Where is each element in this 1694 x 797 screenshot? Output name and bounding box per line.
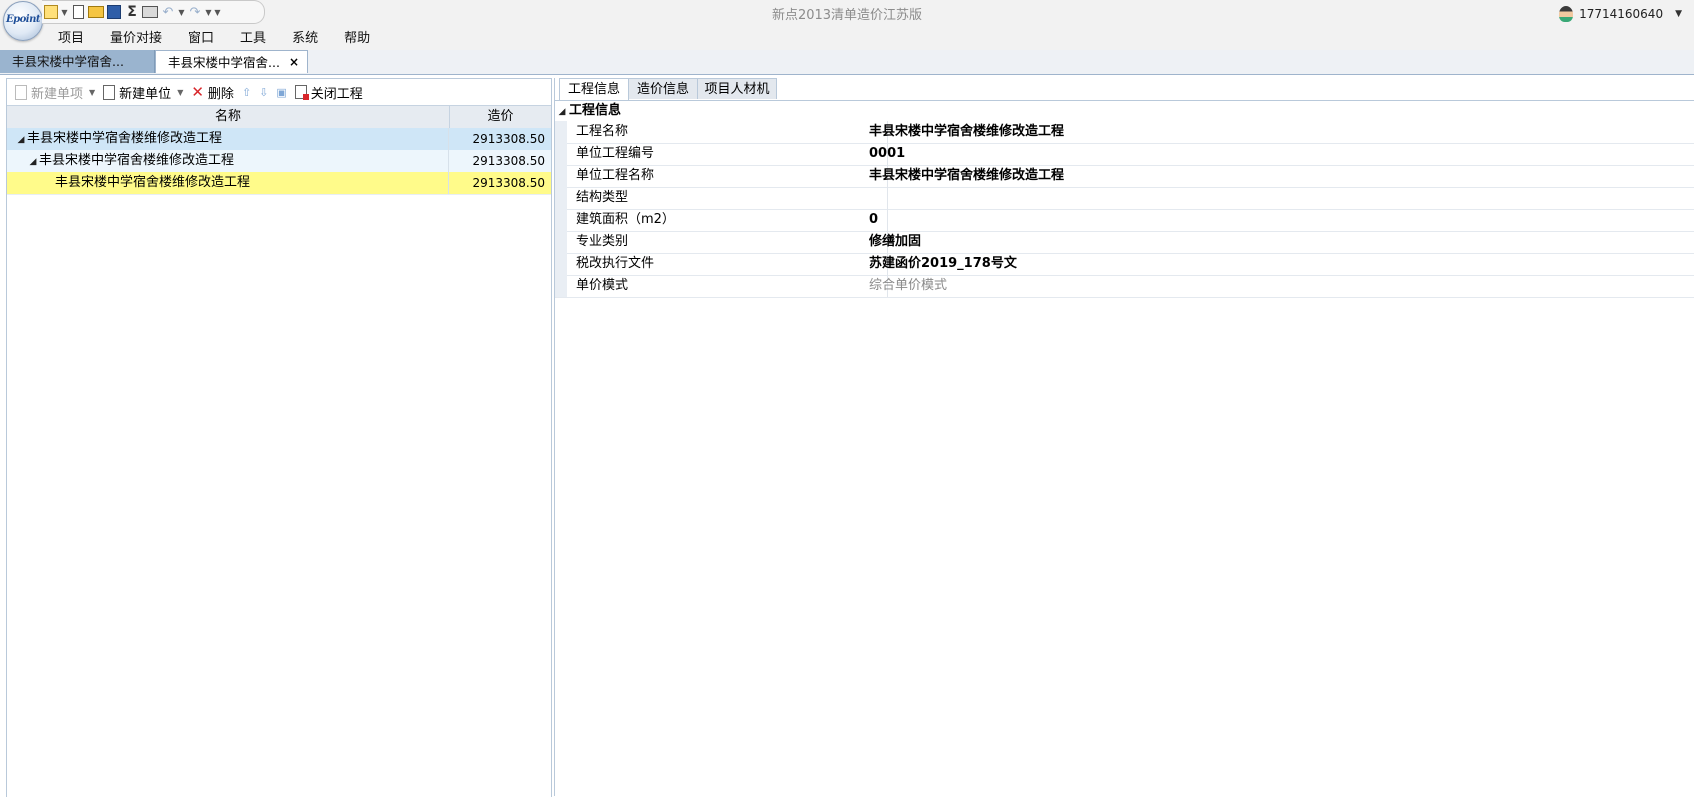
save-icon[interactable] [105,2,123,22]
collapse-triangle-icon[interactable]: ◢ [555,102,569,122]
tree-row[interactable]: 丰县宋楼中学宿舍楼维修改造工程 2913308.50 [7,172,551,195]
property-label: 专业类别 [576,231,888,253]
property-row[interactable]: 单位工程编号 0001 [555,143,1694,166]
property-label: 单位工程编号 [576,143,888,165]
menu-system[interactable]: 系统 [279,30,331,48]
tree-row-name: 丰县宋楼中学宿舍楼维修改造工程 [55,175,251,190]
property-value[interactable]: 综合单价模式 [869,275,947,297]
tree-header: 名称 造价 [7,105,551,129]
section-title: 工程信息 [569,103,622,118]
close-project-label: 关闭工程 [310,86,363,102]
chevron-down-icon[interactable]: ▼ [1675,9,1682,19]
close-project-button[interactable]: 关闭工程 [293,81,365,103]
property-value[interactable]: 0001 [869,143,905,165]
new-item-label: 新建单项 [31,86,84,102]
chevron-down-icon: ▼ [89,87,96,97]
chevron-down-icon: ▼ [177,87,184,97]
tree-row-price: 2913308.50 [472,154,545,168]
collapse-triangle-icon[interactable]: ◢ [15,129,27,151]
property-label: 单位工程名称 [576,165,888,187]
move-up-button[interactable]: ⇧ [240,81,253,103]
tree-row-price: 2913308.50 [472,132,545,146]
document-tabs: 丰县宋楼中学宿舍... 丰县宋楼中学宿舍... × [0,50,1694,75]
new-item-button[interactable]: 新建单项 ▼ [13,81,97,103]
property-value[interactable]: 丰县宋楼中学宿舍楼维修改造工程 [869,165,1064,187]
property-value[interactable]: 0 [869,209,878,231]
property-label: 单价模式 [576,275,888,297]
property-row[interactable]: 结构类型 [555,187,1694,210]
collapse-triangle-icon[interactable]: ◢ [27,151,39,173]
undo-icon[interactable]: ↶ [159,2,177,22]
move-down-button[interactable]: ⇩ [257,81,270,103]
new-unit-button[interactable]: 新建单位 ▼ [101,81,185,103]
new-item-icon [15,84,27,100]
tree-row-name: 丰县宋楼中学宿舍楼维修改造工程 [27,131,223,146]
property-row[interactable]: 工程名称 丰县宋楼中学宿舍楼维修改造工程 [555,121,1694,144]
menu-help[interactable]: 帮助 [331,30,383,48]
property-section-header[interactable]: ◢ 工程信息 [555,101,621,121]
menu-quantity-price[interactable]: 量价对接 [97,30,175,48]
chevron-down-icon[interactable]: ▼ [204,2,213,22]
chevron-down-icon[interactable]: ▼ [177,2,186,22]
export-button[interactable]: ▣ [274,81,288,103]
property-label: 建筑面积（m2） [576,209,888,231]
project-tree-panel: 新建单项 ▼ 新建单位 ▼ ✕ 删除 ⇧ ⇩ ▣ 关闭工程 名称 造价 ◢ 丰县宋… [6,78,552,797]
user-account[interactable]: 17714160640 ▼ [1559,6,1682,22]
new-unit-label: 新建单位 [119,86,172,102]
delete-icon: ✕ [191,82,204,101]
new-unit-icon [103,84,116,100]
tab-project-resources[interactable]: 项目人材机 [697,78,777,99]
doc-tab-2[interactable]: 丰县宋楼中学宿舍... × [155,50,308,73]
property-value[interactable]: 丰县宋楼中学宿舍楼维修改造工程 [869,121,1064,143]
tab-cost-info[interactable]: 造价信息 [628,78,698,99]
arrow-up-icon: ⇧ [241,85,252,99]
chevron-down-icon[interactable]: ▼ [60,2,69,22]
logo-text: Epoint [6,14,40,25]
property-row[interactable]: 专业类别 修缮加固 [555,231,1694,254]
customize-toolbar-icon[interactable]: ▼ [213,2,222,22]
open-folder-icon[interactable] [87,2,105,22]
delete-label: 删除 [207,86,234,102]
user-id: 17714160640 [1579,7,1664,21]
menu-project[interactable]: 项目 [58,30,97,48]
property-row[interactable]: 单价模式 综合单价模式 [555,275,1694,298]
close-icon[interactable]: × [289,51,299,74]
doc-tab-label: 丰县宋楼中学宿舍... [168,55,280,70]
arrow-down-icon: ⇩ [259,85,269,99]
property-value[interactable]: 苏建函价2019_178号文 [869,253,1017,275]
property-label: 税改执行文件 [576,253,888,275]
app-logo[interactable]: Epoint [3,1,43,41]
redo-icon[interactable]: ↷ [186,2,204,22]
menu-window[interactable]: 窗口 [175,30,227,48]
tree-toolbar: 新建单项 ▼ 新建单位 ▼ ✕ 删除 ⇧ ⇩ ▣ 关闭工程 [7,79,551,105]
property-row[interactable]: 单位工程名称 丰县宋楼中学宿舍楼维修改造工程 [555,165,1694,188]
print-icon[interactable] [141,2,159,22]
tree-row[interactable]: ◢ 丰县宋楼中学宿舍楼维修改造工程 2913308.50 [7,150,551,173]
property-tabs: 工程信息 造价信息 项目人材机 [555,78,1694,101]
tab-project-info[interactable]: 工程信息 [559,78,629,100]
close-project-icon [294,85,309,100]
column-header-name[interactable]: 名称 [7,106,450,128]
column-header-price[interactable]: 造价 [450,106,551,128]
delete-button[interactable]: ✕ 删除 [189,81,236,103]
sum-icon[interactable]: Σ [123,2,141,22]
menu-tools[interactable]: 工具 [227,30,279,48]
doc-tab-1[interactable]: 丰县宋楼中学宿舍... [0,50,155,73]
tree-row-name: 丰县宋楼中学宿舍楼维修改造工程 [39,153,235,168]
title-bar: Epoint ▼ Σ ↶ ▼ ↷ ▼ ▼ 新点2013清单造价江苏版 17714… [0,0,1694,50]
property-label: 工程名称 [576,121,888,143]
tree-row[interactable]: ◢ 丰县宋楼中学宿舍楼维修改造工程 2913308.50 [7,128,551,151]
tree-row-price: 2913308.50 [472,176,545,190]
property-label: 结构类型 [576,187,888,209]
property-panel: 工程信息 造价信息 项目人材机 ◢ 工程信息 工程名称 丰县宋楼中学宿舍楼维修改造… [554,78,1694,796]
user-avatar-icon [1559,6,1574,22]
property-row[interactable]: 建筑面积（m2） 0 [555,209,1694,232]
export-icon: ▣ [276,85,287,99]
property-row[interactable]: 税改执行文件 苏建函价2019_178号文 [555,253,1694,276]
quick-access-toolbar: ▼ Σ ↶ ▼ ↷ ▼ ▼ [42,0,265,24]
menu-bar: 项目 量价对接 窗口 工具 系统 帮助 [58,30,383,48]
property-value[interactable]: 修缮加固 [869,231,921,253]
new-project-icon[interactable] [42,2,60,22]
new-file-icon[interactable] [69,2,87,22]
